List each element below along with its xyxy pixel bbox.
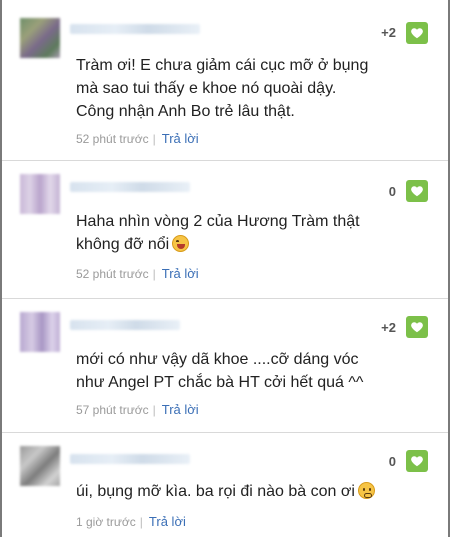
comment-item: 0 Haha nhìn vòng 2 của Hương Tràm thật k… bbox=[2, 160, 448, 299]
like-count: 0 bbox=[388, 184, 396, 199]
username-blurred[interactable] bbox=[70, 182, 190, 192]
separator: | bbox=[152, 131, 156, 146]
comment-text: Tràm ơi! E chưa giảm cái cục mỡ ở bụng m… bbox=[76, 57, 369, 120]
username-blurred[interactable] bbox=[70, 24, 200, 34]
separator: | bbox=[139, 514, 143, 529]
like-count: +2 bbox=[381, 320, 396, 335]
heart-icon bbox=[411, 322, 423, 333]
reply-link[interactable]: Trả lời bbox=[162, 131, 199, 146]
like-button[interactable] bbox=[406, 450, 428, 472]
worried-face-icon bbox=[357, 482, 375, 499]
comment-text: mới có như vậy dã khoe ....cỡ dáng vóc n… bbox=[76, 351, 364, 391]
comment-meta: 57 phút trước | Trả lời bbox=[76, 402, 199, 417]
like-button[interactable] bbox=[406, 180, 428, 202]
reply-link[interactable]: Trả lời bbox=[149, 514, 186, 529]
comment-item: 0 úi, bụng mỡ kìa. ba rọi đi nào bà con … bbox=[2, 432, 448, 537]
comment-text: úi, bụng mỡ kìa. ba rọi đi nào bà con ơi bbox=[76, 480, 408, 503]
avatar[interactable] bbox=[20, 312, 60, 352]
like-count: 0 bbox=[388, 454, 396, 469]
separator: | bbox=[152, 402, 156, 417]
separator: | bbox=[152, 266, 156, 281]
like-button[interactable] bbox=[406, 316, 428, 338]
username-blurred[interactable] bbox=[70, 454, 190, 464]
heart-icon bbox=[411, 28, 423, 39]
reply-link[interactable]: Trả lời bbox=[162, 402, 199, 417]
avatar[interactable] bbox=[20, 18, 60, 58]
comment-item: +2 mới có như vậy dã khoe ....cỡ dáng vó… bbox=[2, 298, 448, 433]
heart-icon bbox=[411, 456, 423, 467]
heart-icon bbox=[411, 186, 423, 197]
comment-meta: 52 phút trước | Trả lời bbox=[76, 266, 199, 281]
avatar[interactable] bbox=[20, 174, 60, 214]
comment-meta: 52 phút trước | Trả lời bbox=[76, 131, 199, 146]
comment-item: +2 Tràm ơi! E chưa giảm cái cục mỡ ở bụn… bbox=[2, 0, 448, 161]
comment-meta: 1 giờ trước | Trả lời bbox=[76, 514, 186, 529]
timestamp: 52 phút trước bbox=[76, 266, 149, 281]
username-blurred[interactable] bbox=[70, 320, 180, 330]
reply-link[interactable]: Trả lời bbox=[162, 266, 199, 281]
avatar[interactable] bbox=[20, 446, 60, 486]
like-count: +2 bbox=[381, 25, 396, 40]
timestamp: 1 giờ trước bbox=[76, 514, 136, 529]
comment-text: Haha nhìn vòng 2 của Hương Tràm thật khô… bbox=[76, 213, 360, 253]
laughing-face-icon bbox=[172, 235, 190, 252]
timestamp: 57 phút trước bbox=[76, 402, 149, 417]
like-button[interactable] bbox=[406, 22, 428, 44]
timestamp: 52 phút trước bbox=[76, 131, 149, 146]
